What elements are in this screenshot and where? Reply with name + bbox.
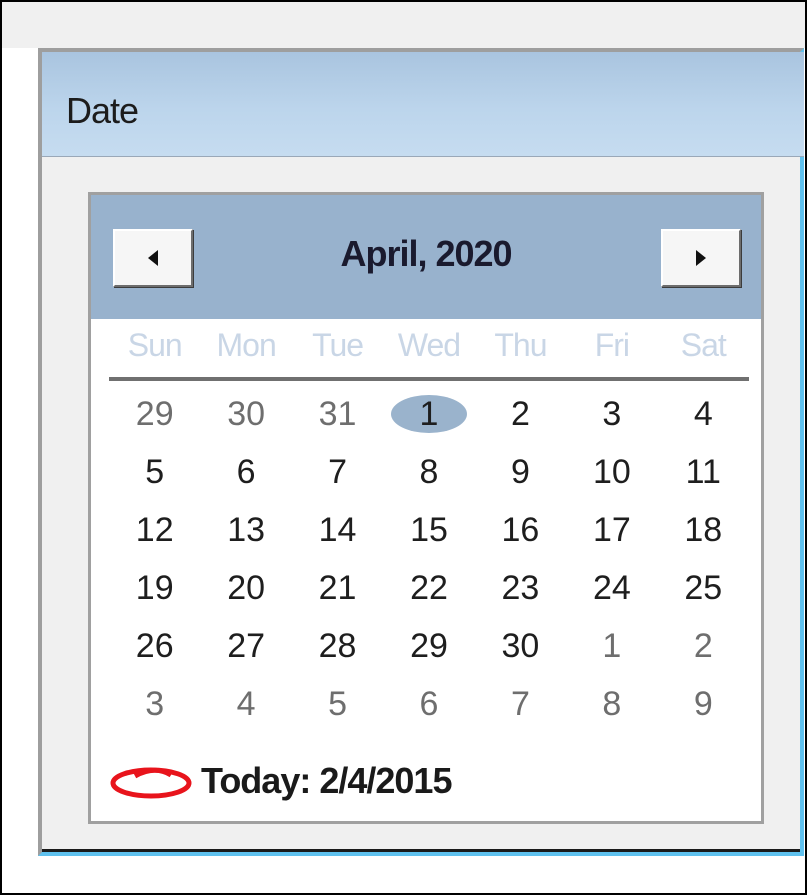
day-cell-next-month[interactable]: 2 — [658, 617, 749, 675]
today-link[interactable]: Today: 2/4/2015 — [109, 753, 452, 809]
month-calendar: April, 2020 Sun Mon Tue Wed Thu Fri Sat … — [88, 192, 764, 824]
day-cell[interactable]: 4 — [658, 385, 749, 443]
weekday-label: Sat — [680, 327, 727, 363]
calendar-header: April, 2020 — [91, 195, 761, 319]
day-cell[interactable]: 16 — [475, 501, 566, 559]
day-cell[interactable]: 29 — [383, 617, 474, 675]
day-cell[interactable]: 2 — [475, 385, 566, 443]
weekday-label: Sun — [127, 327, 183, 363]
date-dialog: Date April, 2020 Sun Mon Tue Wed Thu Fri… — [38, 48, 804, 856]
weekday-header-row: Sun Mon Tue Wed Thu Fri Sat — [109, 327, 749, 375]
day-cell[interactable]: 20 — [200, 559, 291, 617]
red-ellipse-icon — [110, 767, 192, 799]
weekday-label: Tue — [312, 327, 364, 363]
weekday-label: Thu — [494, 327, 547, 363]
day-cell-prev-month[interactable]: 31 — [292, 385, 383, 443]
day-cell[interactable]: 12 — [109, 501, 200, 559]
screen-frame: Date April, 2020 Sun Mon Tue Wed Thu Fri… — [0, 0, 807, 895]
day-cell-next-month[interactable]: 7 — [475, 675, 566, 733]
window-title: Date — [66, 90, 139, 131]
day-cell[interactable]: 5 — [109, 443, 200, 501]
day-cell[interactable]: 7 — [292, 443, 383, 501]
day-cell-next-month[interactable]: 8 — [566, 675, 657, 733]
triangle-right-icon — [696, 250, 706, 266]
day-cell-next-month[interactable]: 3 — [109, 675, 200, 733]
day-cell[interactable]: 24 — [566, 559, 657, 617]
titlebar[interactable]: Date — [42, 52, 804, 157]
day-cell[interactable]: 27 — [200, 617, 291, 675]
weekday-label: Wed — [397, 327, 461, 363]
day-cell[interactable]: 22 — [383, 559, 474, 617]
day-cell[interactable]: 19 — [109, 559, 200, 617]
day-cell[interactable]: 23 — [475, 559, 566, 617]
day-cell[interactable]: 15 — [383, 501, 474, 559]
day-cell[interactable]: 26 — [109, 617, 200, 675]
day-cell-selected[interactable]: 1 — [383, 385, 474, 443]
day-cell[interactable]: 17 — [566, 501, 657, 559]
day-cell[interactable]: 11 — [658, 443, 749, 501]
day-cell-prev-month[interactable]: 30 — [200, 385, 291, 443]
day-cell[interactable]: 18 — [658, 501, 749, 559]
weekday-label: Mon — [216, 327, 277, 363]
day-cell-next-month[interactable]: 1 — [566, 617, 657, 675]
day-cell-next-month[interactable]: 6 — [383, 675, 474, 733]
day-cell-prev-month[interactable]: 29 — [109, 385, 200, 443]
day-cell[interactable]: 13 — [200, 501, 291, 559]
day-cell-next-month[interactable]: 9 — [658, 675, 749, 733]
top-strip — [2, 2, 805, 48]
today-label: Today: 2/4/2015 — [201, 760, 452, 801]
next-month-button[interactable] — [661, 229, 741, 287]
day-cell[interactable]: 8 — [383, 443, 474, 501]
day-cell[interactable]: 10 — [566, 443, 657, 501]
day-cell-next-month[interactable]: 4 — [200, 675, 291, 733]
weekday-divider — [109, 377, 749, 381]
day-cell-next-month[interactable]: 5 — [292, 675, 383, 733]
day-cell[interactable]: 3 — [566, 385, 657, 443]
day-cell[interactable]: 28 — [292, 617, 383, 675]
day-cell[interactable]: 25 — [658, 559, 749, 617]
day-cell[interactable]: 9 — [475, 443, 566, 501]
day-cell[interactable]: 30 — [475, 617, 566, 675]
weekday-label: Fri — [594, 327, 630, 363]
day-cell[interactable]: 6 — [200, 443, 291, 501]
day-cell[interactable]: 14 — [292, 501, 383, 559]
day-cell[interactable]: 21 — [292, 559, 383, 617]
day-grid: 29 30 31 1 2 3 4 5 6 7 8 9 10 11 12 13 1… — [109, 385, 749, 733]
